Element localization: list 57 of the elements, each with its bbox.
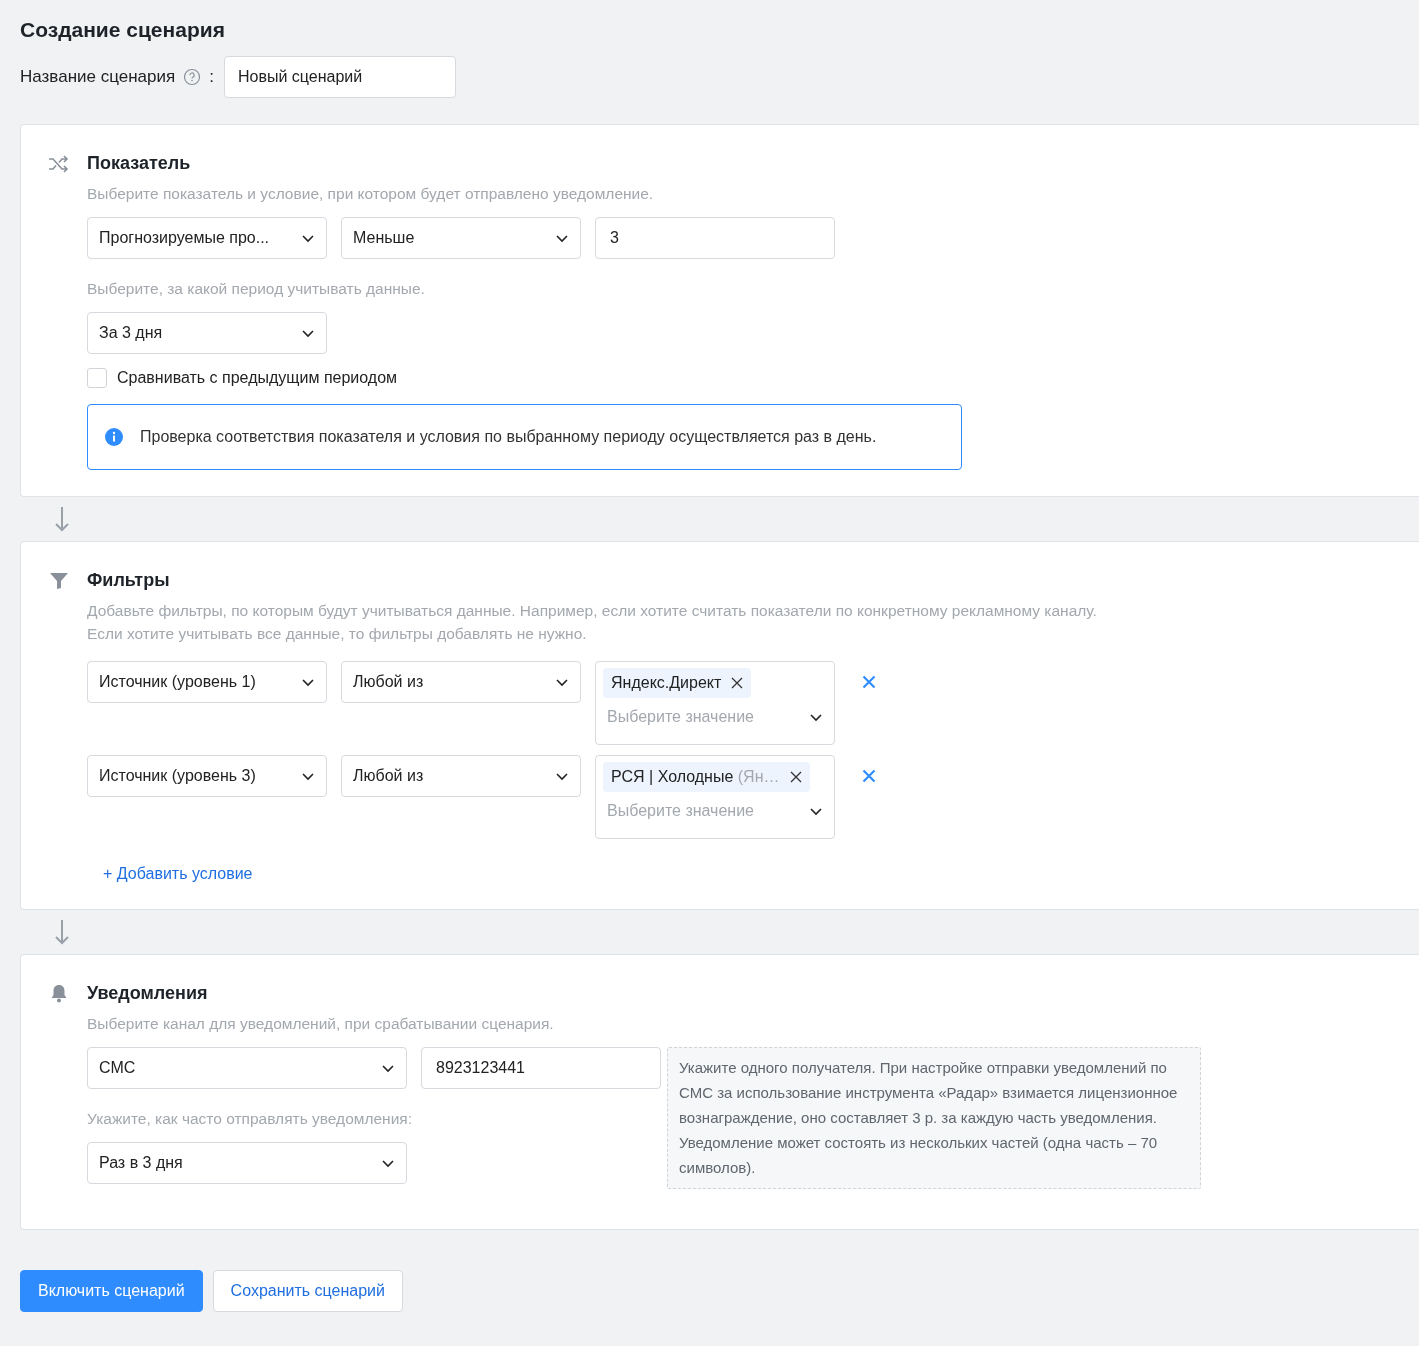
down-arrow-icon [54, 506, 70, 532]
recipient-input[interactable]: 8923123441 [421, 1047, 661, 1089]
close-icon[interactable] [789, 771, 802, 783]
section-title: Уведомления [87, 983, 208, 1004]
section-hint: Если хотите учитывать все данные, то фильтры добавлять не нужно. [87, 624, 588, 644]
remove-icon[interactable] [862, 769, 876, 783]
value-multiselect[interactable]: Яндекс.Директ Выберите значение [595, 661, 835, 745]
chevron-down-icon [809, 712, 823, 722]
save-button[interactable]: Сохранить сценарий [212, 1270, 403, 1312]
info-text: Проверка соответствия показателя и условия по выбранному периоду осуществляется раз в день. [140, 428, 877, 446]
remove-icon[interactable] [862, 675, 876, 689]
period-hint: Выберите, за какой период учитывать данные. [87, 279, 426, 299]
chevron-down-icon [381, 1063, 395, 1073]
placeholder-text: Выберите значение [607, 802, 754, 820]
down-arrow-icon [54, 919, 70, 945]
compare-checkbox[interactable] [87, 368, 107, 388]
operator-select[interactable]: Любой из [341, 755, 581, 797]
scenario-name-label: Название сценария [20, 67, 176, 87]
sms-note: Укажите одного получателя. При настройке отправки уведомлений по СМС за использование инструмента «Радар» взимается лицензионное вознаграждение, оно составляет 3 р. за каждую часть уведомления. Уведомление может состоять из нескольких частей (одна часть – 70 символов). [667, 1047, 1201, 1189]
frequency-select[interactable]: Раз в 3 дня [87, 1142, 407, 1184]
value-tag[interactable]: РСЯ | Холодные (Ян… [603, 762, 810, 792]
section-title: Фильтры [87, 570, 170, 591]
condition-select[interactable]: Меньше [341, 217, 581, 259]
close-icon[interactable] [731, 677, 744, 689]
chevron-down-icon [301, 233, 315, 243]
chevron-down-icon [809, 806, 823, 816]
chevron-down-icon [555, 677, 569, 687]
threshold-input[interactable]: 3 [595, 217, 835, 259]
chevron-down-icon [301, 771, 315, 781]
field-select[interactable]: Источник (уровень 3) [87, 755, 327, 797]
metric-select[interactable]: Прогнозируемые про... [87, 217, 327, 259]
placeholder-text: Выберите значение [607, 708, 754, 726]
add-condition-link[interactable]: + Добавить условие [103, 865, 253, 883]
chevron-down-icon [381, 1158, 395, 1168]
filter-icon [48, 571, 70, 590]
value-tag[interactable]: Яндекс.Директ [603, 668, 752, 698]
chevron-down-icon [555, 771, 569, 781]
channel-select[interactable]: СМС [87, 1047, 407, 1089]
colon-text: : [209, 67, 214, 87]
section-hint: Добавьте фильтры, по которым будут учитываться данные. Например, если хотите считать показатели по конкретному рекламному каналу. [87, 601, 1098, 621]
section-hint: Выберите показатель и условие, при котором будет отправлено уведомление. [87, 184, 655, 204]
shuffle-icon [48, 154, 70, 173]
scenario-name-input[interactable]: Новый сценарий [223, 56, 456, 98]
value-multiselect[interactable]: РСЯ | Холодные (Ян… Выберите значение [595, 755, 835, 839]
compare-label: Сравнивать с предыдущим периодом [117, 369, 398, 387]
section-hint: Выберите канал для уведомлений, при срабатывании сценария. [87, 1014, 555, 1034]
chevron-down-icon [301, 328, 315, 338]
section-title: Показатель [87, 153, 191, 174]
operator-select[interactable]: Любой из [341, 661, 581, 703]
frequency-hint: Укажите, как часто отправлять уведомления: [87, 1109, 413, 1129]
chevron-down-icon [301, 677, 315, 687]
page-title: Создание сценария [20, 18, 226, 42]
period-select[interactable]: За 3 дня [87, 312, 327, 354]
help-icon[interactable] [183, 68, 202, 86]
field-select[interactable]: Источник (уровень 1) [87, 661, 327, 703]
chevron-down-icon [555, 233, 569, 243]
info-icon [104, 427, 124, 447]
